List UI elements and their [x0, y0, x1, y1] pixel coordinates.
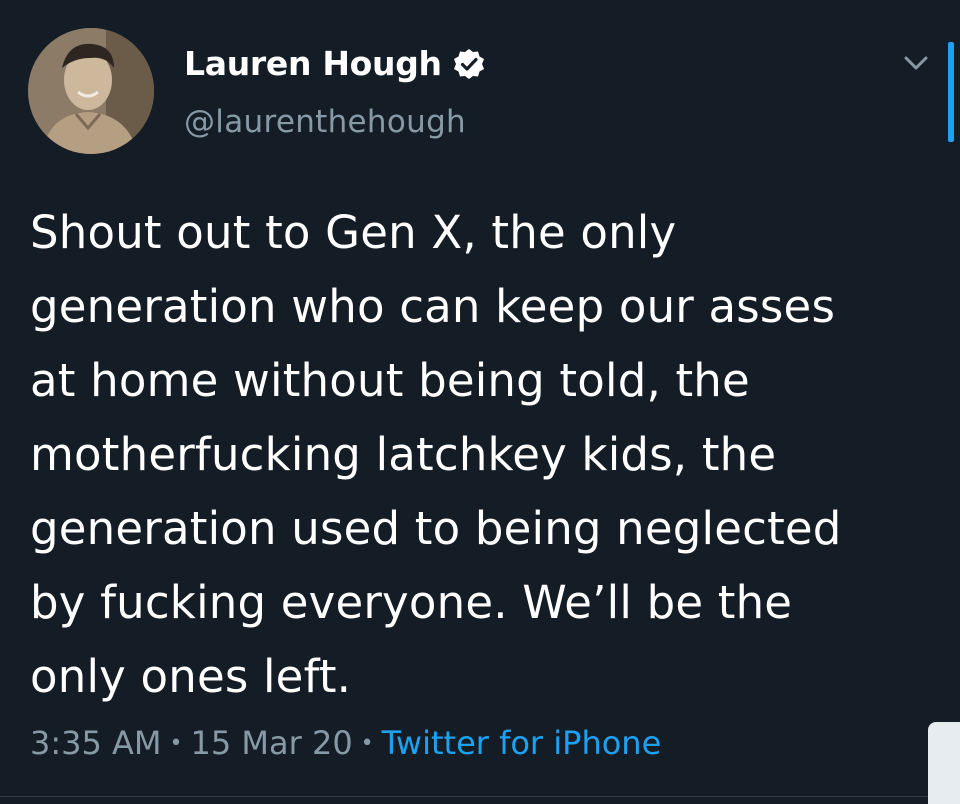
tweet-time[interactable]: 3:35 AM: [30, 724, 162, 762]
avatar[interactable]: [28, 28, 154, 154]
divider: [0, 796, 960, 797]
author-name-row[interactable]: Lauren Hough: [184, 44, 486, 83]
tweet-meta: 3:35 AM • 15 Mar 20 • Twitter for iPhone: [30, 724, 661, 762]
author-handle[interactable]: @laurenthehough: [184, 104, 466, 140]
tweet-date[interactable]: 15 Mar 20: [191, 724, 353, 762]
tweet-source-link[interactable]: Twitter for iPhone: [382, 724, 662, 762]
tweet-text: Shout out to Gen X, the only generation …: [30, 206, 842, 703]
scrollbar-thumb[interactable]: [948, 42, 954, 142]
author-display-name[interactable]: Lauren Hough: [184, 44, 442, 83]
tweet-card: Lauren Hough @laurenthehough Shout out t…: [0, 0, 960, 804]
chevron-down-icon[interactable]: [902, 52, 930, 74]
avatar-image: [28, 28, 154, 154]
meta-separator: •: [360, 730, 374, 756]
meta-separator: •: [169, 730, 183, 756]
verified-badge-icon: [452, 47, 486, 81]
side-panel-edge: [928, 722, 960, 804]
